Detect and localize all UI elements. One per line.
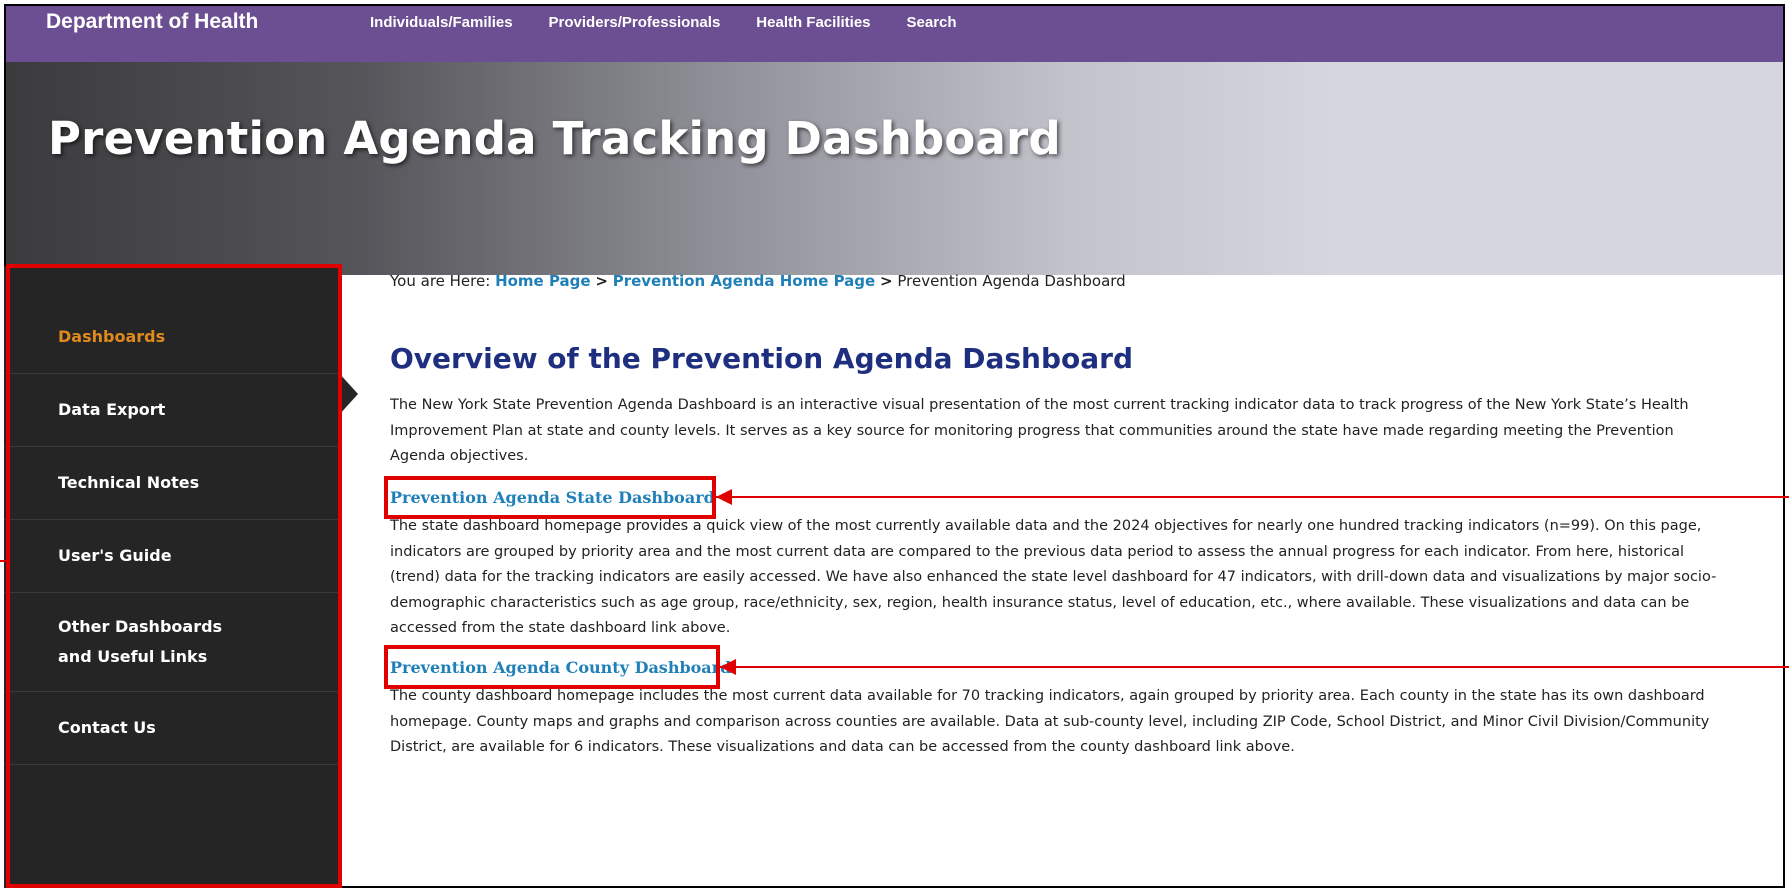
nav-health-facilities[interactable]: Health Facilities bbox=[756, 14, 870, 31]
state-annotation-arrow bbox=[716, 496, 1789, 498]
brand-link[interactable]: Department of Health bbox=[46, 10, 258, 34]
nav-search[interactable]: Search bbox=[907, 14, 957, 31]
breadcrumb: You are Here: Home Page > Prevention Age… bbox=[390, 272, 1126, 290]
hero-banner: Prevention Agenda Tracking Dashboard bbox=[6, 62, 1783, 275]
top-nav-links: Individuals/Families Providers/Professio… bbox=[370, 14, 957, 31]
county-annotation-arrowhead bbox=[720, 659, 736, 675]
banner-title: Prevention Agenda Tracking Dashboard bbox=[48, 112, 1061, 165]
intro-paragraph: The New York State Prevention Agenda Das… bbox=[390, 397, 1689, 464]
breadcrumb-separator: > bbox=[880, 272, 893, 290]
page-title: Overview of the Prevention Agenda Dashbo… bbox=[390, 342, 1134, 375]
sidebar-annotation-tick bbox=[0, 560, 8, 562]
breadcrumb-pa-home-link[interactable]: Prevention Agenda Home Page bbox=[613, 272, 876, 290]
top-navigation: Department of Health Individuals/Familie… bbox=[6, 6, 1783, 62]
county-annotation-arrow bbox=[720, 666, 1789, 668]
nav-providers-professionals[interactable]: Providers/Professionals bbox=[549, 14, 721, 31]
breadcrumb-prefix: You are Here: bbox=[390, 272, 491, 290]
breadcrumb-separator: > bbox=[595, 272, 608, 290]
county-link-annotation-box bbox=[384, 645, 720, 689]
breadcrumb-home-link[interactable]: Home Page bbox=[495, 272, 591, 290]
sidebar-annotation-box bbox=[6, 264, 342, 888]
nav-individuals-families[interactable]: Individuals/Families bbox=[370, 14, 513, 31]
county-dashboard-description: The county dashboard homepage includes t… bbox=[390, 688, 1710, 755]
state-dashboard-description: The state dashboard homepage provides a … bbox=[390, 518, 1717, 636]
state-link-annotation-box bbox=[384, 476, 716, 519]
breadcrumb-current: Prevention Agenda Dashboard bbox=[897, 272, 1126, 290]
state-annotation-arrowhead bbox=[716, 489, 732, 505]
